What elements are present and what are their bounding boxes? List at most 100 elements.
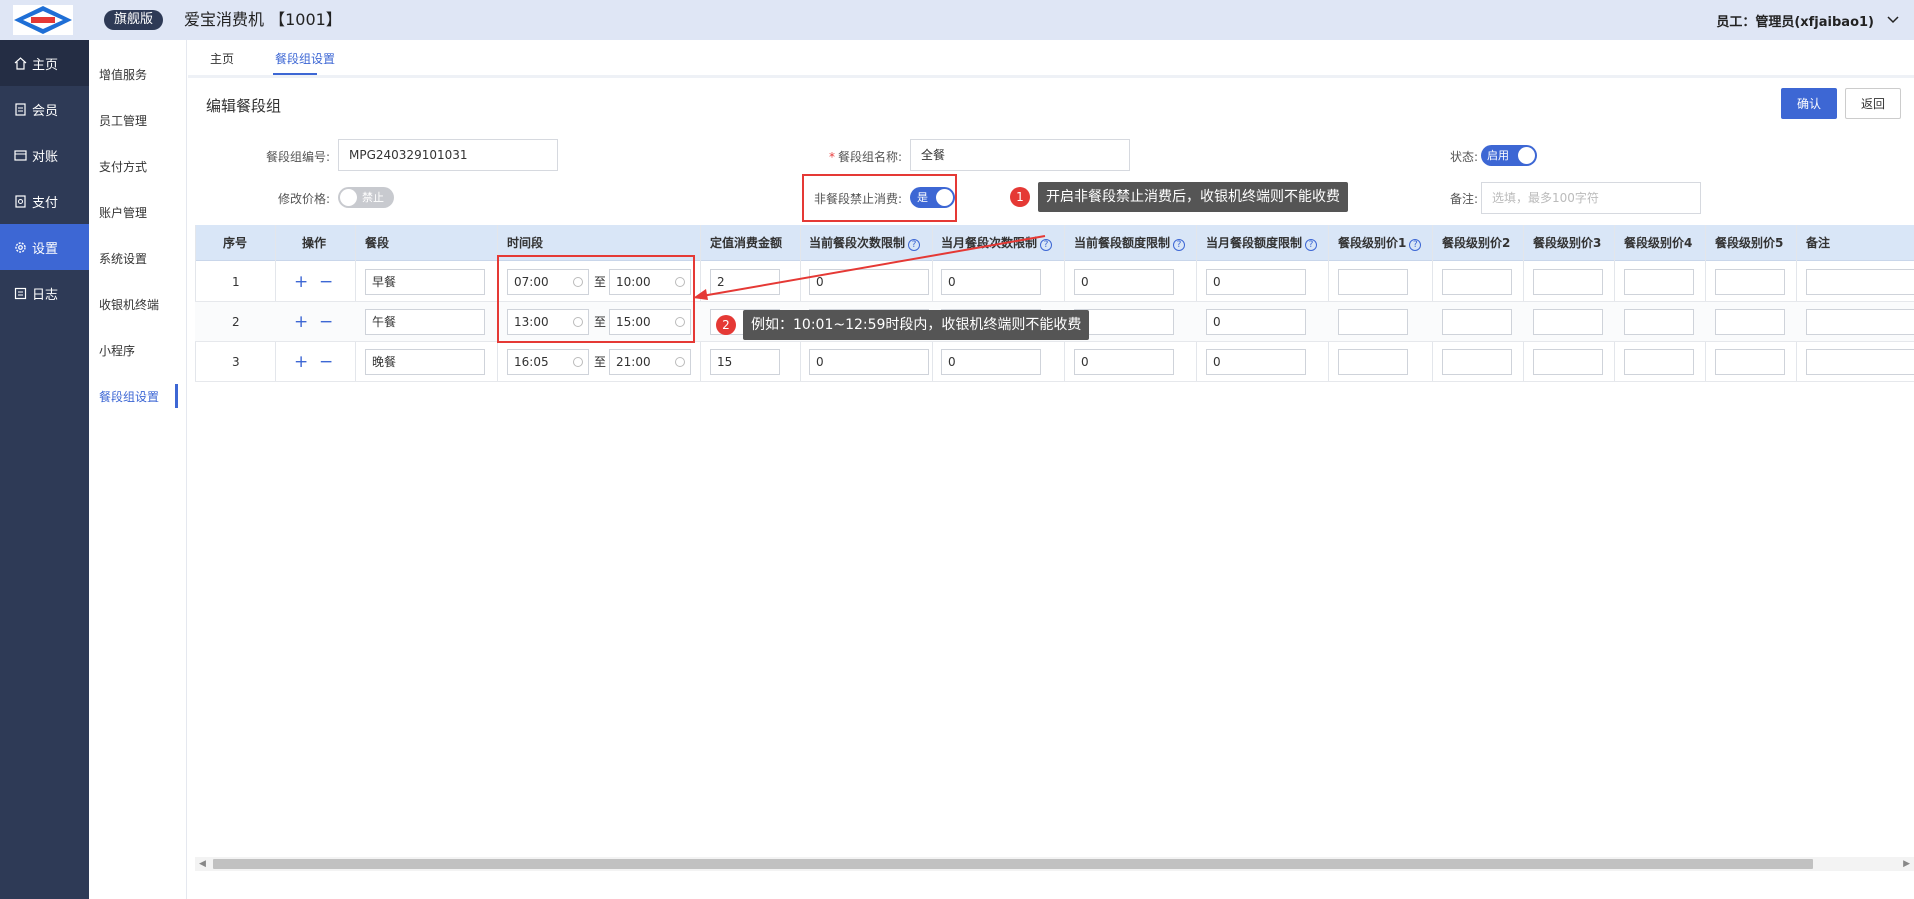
price-4-input[interactable] [1624, 309, 1694, 335]
annotation-arrow [693, 235, 1046, 300]
price-5-input[interactable] [1715, 269, 1785, 295]
subnav-item-staff[interactable]: 员工管理 [99, 112, 147, 129]
price-2-input[interactable] [1442, 309, 1512, 335]
sidebar-item-home[interactable]: 主页 [0, 40, 89, 86]
sidebar-item-log[interactable]: 日志 [0, 270, 89, 316]
aibao-logo [13, 5, 73, 35]
col-actions: 操作 [302, 236, 327, 250]
subnav-item-payment-methods[interactable]: 支付方式 [99, 158, 147, 175]
price-2-input[interactable] [1442, 269, 1512, 295]
user-menu[interactable]: 员工：管理员(xfjaibao1) [1716, 11, 1874, 30]
price-1-input[interactable] [1338, 269, 1408, 295]
code-field[interactable]: MPG240329101031 [338, 139, 558, 171]
price-1-input[interactable] [1338, 349, 1408, 375]
remove-row-button[interactable]: − [319, 342, 333, 382]
row-index: 3 [232, 355, 240, 369]
subnav-item-system[interactable]: 系统设置 [99, 250, 147, 267]
month-quota-input[interactable]: 0 [1206, 269, 1306, 295]
month-quota-input[interactable]: 0 [1206, 349, 1306, 375]
cur-quota-input[interactable]: 0 [1074, 269, 1174, 295]
col-index: 序号 [223, 236, 248, 250]
tab-meal-groups[interactable]: 餐段组设置 [275, 50, 335, 67]
subnav-item-meal-groups[interactable]: 餐段组设置 [99, 388, 159, 405]
edition-badge: 旗舰版 [104, 10, 164, 30]
sidebar-item-reconcile[interactable]: 对账 [0, 132, 89, 178]
name-field[interactable]: 全餐 [910, 139, 1130, 171]
col-price-5: 餐段级别价5 [1715, 236, 1784, 250]
meal-name-input[interactable]: 早餐 [365, 269, 485, 295]
scroll-left-icon[interactable]: ◀ [199, 857, 206, 871]
subnav-item-miniprogram[interactable]: 小程序 [99, 342, 135, 359]
remove-row-button[interactable]: − [319, 262, 333, 302]
remark-input[interactable] [1806, 309, 1914, 335]
end-time-input[interactable]: 21:00 [609, 349, 691, 375]
price-3-input[interactable] [1533, 349, 1603, 375]
name-label: * 餐段组名称: [828, 150, 902, 164]
sidebar-item-settings[interactable]: 设置 [0, 224, 89, 270]
subnav-item-terminals[interactable]: 收银机终端 [99, 296, 159, 313]
meal-name-input[interactable]: 午餐 [365, 309, 485, 335]
add-row-button[interactable]: + [294, 302, 308, 342]
col-price-3: 餐段级别价3 [1533, 236, 1602, 250]
cur-quota-input[interactable]: 0 [1074, 349, 1174, 375]
col-cur-quota: 当前餐段额度限制? [1074, 225, 1186, 261]
price-toggle[interactable]: 禁止 [338, 187, 394, 208]
sidebar-item-label: 日志 [32, 287, 59, 303]
remark-field[interactable]: 选填，最多100字符 [1481, 182, 1701, 214]
chevron-down-icon[interactable] [1886, 13, 1900, 27]
price-toggle-text: 禁止 [362, 191, 384, 204]
remove-row-button[interactable]: − [319, 302, 333, 342]
subnav-item-accounts[interactable]: 账户管理 [99, 204, 147, 221]
amount-input[interactable]: 15 [710, 349, 780, 375]
subnav-item-value-added[interactable]: 增值服务 [99, 66, 147, 83]
scroll-right-icon[interactable]: ▶ [1903, 857, 1910, 871]
sidebar-item-label: 主页 [32, 57, 59, 73]
price-5-input[interactable] [1715, 309, 1785, 335]
row-index: 2 [232, 315, 240, 329]
status-toggle[interactable]: 启用 [1481, 145, 1537, 166]
help-icon[interactable]: ? [1305, 239, 1318, 251]
sidebar-item-payment[interactable]: 支付 [0, 178, 89, 224]
table-header: 序号 操作 餐段 时间段 定值消费金额 当前餐段次数限制? 当月餐段次数限制? … [195, 225, 1914, 261]
scrollbar-thumb[interactable] [213, 859, 1813, 869]
clock-icon [675, 357, 685, 367]
row-index: 1 [232, 275, 240, 289]
month-quota-input[interactable]: 0 [1206, 309, 1306, 335]
start-time-input[interactable]: 16:05 [507, 349, 589, 375]
callout-2: 例如：10:01~12:59时段内，收银机终端则不能收费 [743, 310, 1090, 340]
help-icon[interactable]: ? [1173, 239, 1186, 251]
horizontal-scrollbar[interactable]: ◀ ▶ [195, 857, 1914, 871]
table-row: 3 + − 晚餐 16:05 至 21:00 15 0 0 0 0 [195, 342, 1914, 382]
toggle-knob [340, 189, 357, 206]
cur-count-input[interactable]: 0 [809, 349, 929, 375]
price-5-input[interactable] [1715, 349, 1785, 375]
tab-home[interactable]: 主页 [210, 50, 234, 67]
status-label: 状态: [1449, 150, 1478, 164]
remark-input[interactable] [1806, 269, 1914, 295]
price-1-input[interactable] [1338, 309, 1408, 335]
annotation-box-time [497, 255, 695, 343]
subnav-active-indicator [175, 384, 178, 408]
remark-label: 备注: [1449, 192, 1478, 206]
price-3-input[interactable] [1533, 269, 1603, 295]
help-icon[interactable]: ? [1409, 239, 1422, 251]
col-month-quota: 当月餐段额度限制? [1206, 225, 1318, 261]
meal-name-input[interactable]: 晚餐 [365, 349, 485, 375]
price-4-input[interactable] [1624, 269, 1694, 295]
tab-underline [273, 73, 317, 75]
price-label: 修改价格: [277, 192, 330, 206]
confirm-button[interactable]: 确认 [1781, 88, 1837, 119]
clock-icon [573, 357, 583, 367]
callout-number-1: 1 [1010, 187, 1030, 207]
add-row-button[interactable]: + [294, 342, 308, 382]
price-4-input[interactable] [1624, 349, 1694, 375]
col-price-4: 餐段级别价4 [1624, 236, 1693, 250]
month-count-input[interactable]: 0 [941, 349, 1041, 375]
annotation-box-toggle [802, 174, 957, 222]
price-3-input[interactable] [1533, 309, 1603, 335]
back-button[interactable]: 返回 [1845, 88, 1901, 119]
price-2-input[interactable] [1442, 349, 1512, 375]
sidebar-item-member[interactable]: 会员 [0, 86, 89, 132]
add-row-button[interactable]: + [294, 262, 308, 302]
remark-input[interactable] [1806, 349, 1914, 375]
